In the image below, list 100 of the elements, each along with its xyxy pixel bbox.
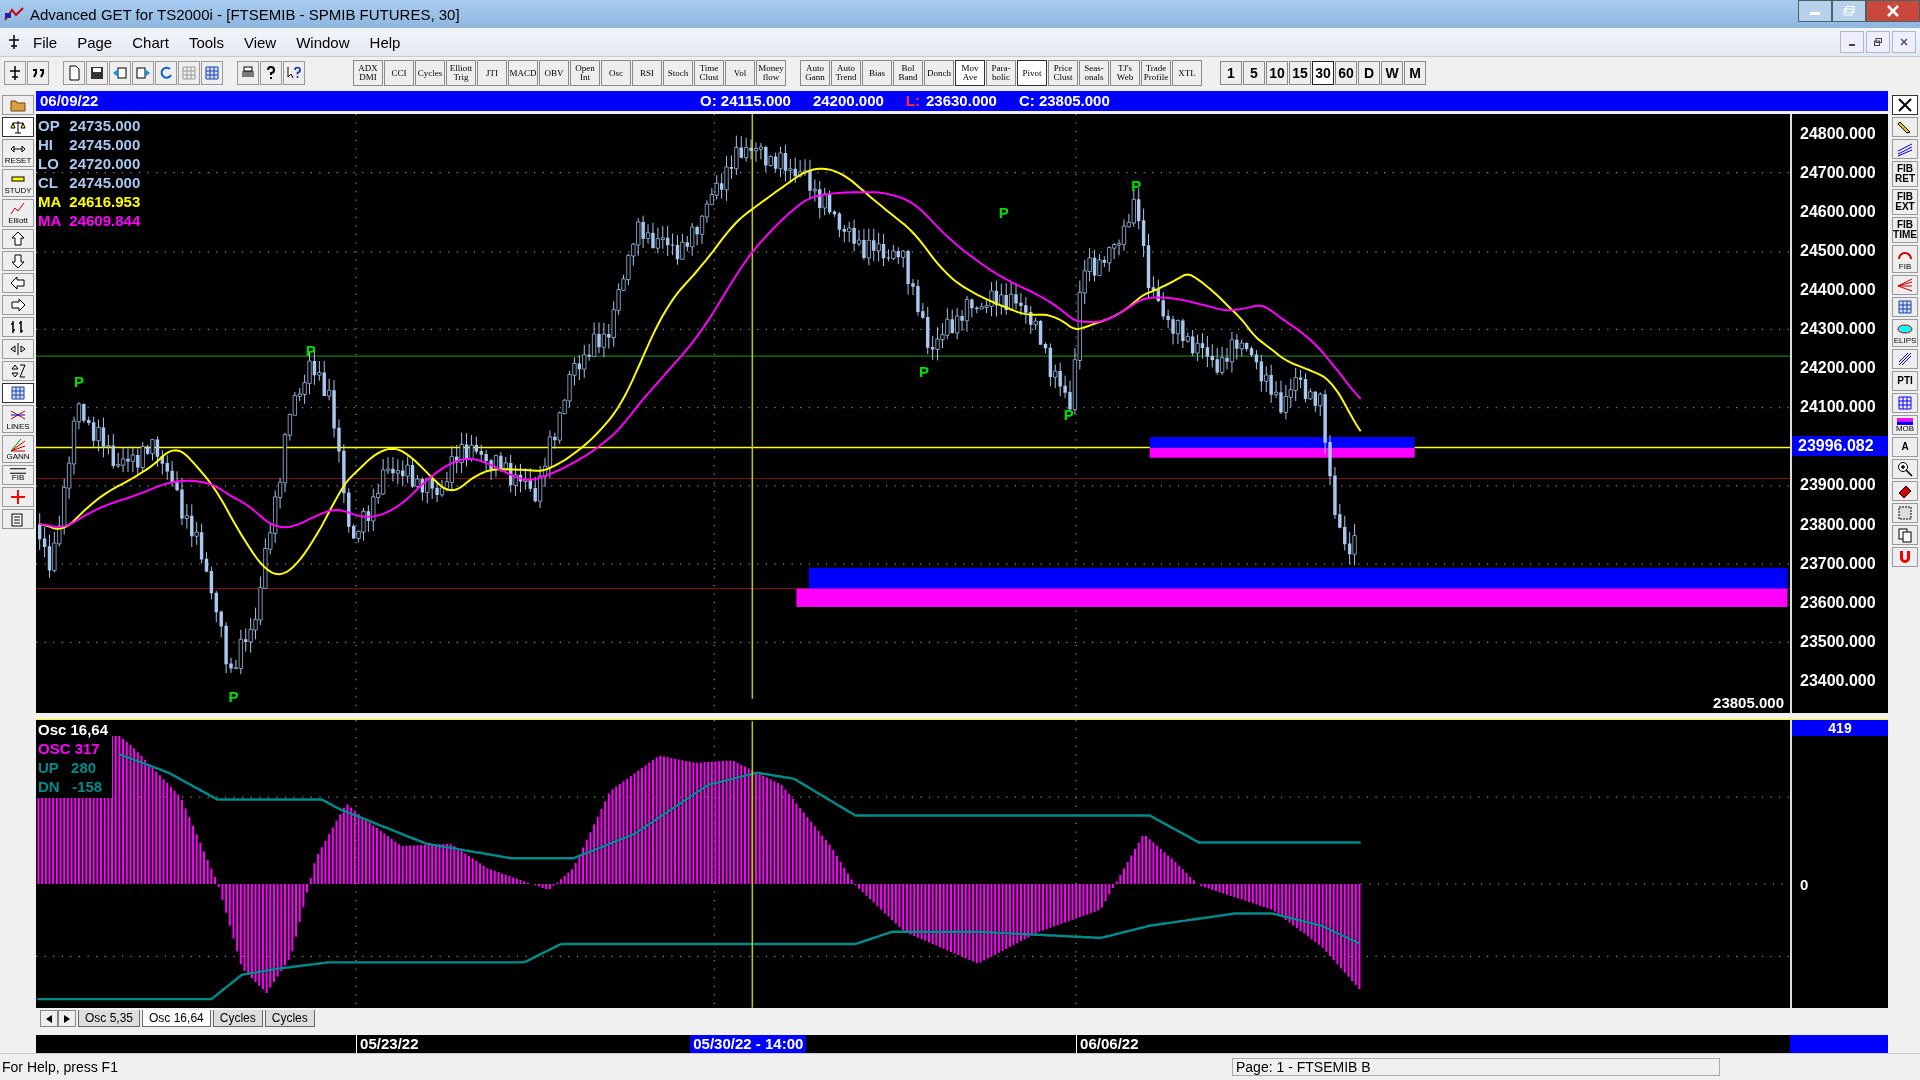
indicator-button[interactable]: Stoch [663,60,693,86]
toolbar-button[interactable] [237,61,259,85]
scroll-right-button[interactable] [58,1010,76,1027]
indicator-button[interactable]: Open Int [570,60,600,86]
toolbar-button[interactable] [86,61,108,85]
tool-button[interactable]: ELIPS [1892,319,1918,347]
menu-item[interactable]: Tools [179,31,233,53]
page-indicator: Page: 1 - FTSEMIB B [1232,1058,1720,1076]
tool-button[interactable]: FIB EXT [1892,189,1918,215]
menu-item[interactable]: Window [287,31,359,53]
indicator-button[interactable]: Cycles [415,60,445,86]
tool-button[interactable] [2,229,34,249]
menu-item[interactable]: File [24,31,67,53]
timeframe-button[interactable]: 15 [1289,61,1311,85]
tool-button[interactable]: FIB [1892,245,1918,273]
tool-button[interactable]: STUDY [2,169,34,197]
indicator-button[interactable]: Auto Gann [800,60,830,86]
tool-button[interactable] [1892,95,1918,115]
timeframe-button[interactable]: 5 [1243,61,1265,85]
indicator-button[interactable]: Money flow [756,60,786,86]
minimize-button[interactable] [1840,31,1864,53]
menu-item[interactable]: Page [68,31,122,53]
grid-icon [181,65,197,81]
indicator-button[interactable]: Osc [601,60,631,86]
close-icon [1897,97,1913,113]
study-tab[interactable]: Cycles [212,1010,263,1027]
indicator-button[interactable]: Para-bolic [986,60,1016,86]
toolbar-button[interactable] [4,61,26,85]
tool-button[interactable] [1892,481,1918,501]
tool-button[interactable] [1892,525,1918,545]
tool-button[interactable]: GANN [2,435,34,463]
toolbar-button[interactable] [260,61,282,85]
indicator-button[interactable]: Bol Band [893,60,923,86]
current-price-label: 23996.082 [1792,436,1888,457]
study-tab[interactable]: Osc 16,64 [142,1010,211,1027]
tool-button[interactable]: FIB RET [1892,161,1918,187]
indicator-button[interactable]: CCI [384,60,414,86]
timeframe-button[interactable]: 1 [1220,61,1242,85]
indicator-button[interactable]: Auto Trend [831,60,861,86]
maximize-button[interactable] [1832,0,1866,22]
tool-button[interactable] [2,317,34,337]
timeframe-button[interactable]: D [1358,61,1380,85]
indicator-button[interactable]: Pivot [1017,60,1047,86]
legend-value: 24720.000 [69,154,141,173]
indicator-button[interactable]: XTL [1172,60,1202,86]
tool-button[interactable] [1892,117,1918,137]
indicator-button[interactable]: Time Clust [694,60,724,86]
menu-item[interactable]: Help [360,31,410,53]
tool-button[interactable] [2,339,34,359]
close-button[interactable] [1892,31,1916,53]
bars-icon [10,319,26,335]
indicator-button[interactable]: Bias [862,60,892,86]
tool-button[interactable]: Elliott [2,199,34,227]
indicator-button[interactable]: MACD [508,60,538,86]
study-tab[interactable]: Cycles [264,1010,315,1027]
tool-button[interactable]: RESET [2,139,34,167]
indicator-button[interactable]: Elliott Trig [446,60,476,86]
indicator-button[interactable]: OBV [539,60,569,86]
minimize-button[interactable] [1798,0,1832,22]
tool-button[interactable] [1892,139,1918,159]
tool-button[interactable] [2,273,34,293]
toolbar-button[interactable] [27,61,49,85]
tool-button[interactable] [2,117,34,137]
timeframe-button[interactable]: M [1404,61,1426,85]
indicator-button[interactable]: Price Clust [1048,60,1078,86]
tool-button[interactable] [2,251,34,271]
indicator-button[interactable]: ADX DMI [353,60,383,86]
toolbar-button[interactable] [283,61,305,85]
indicator-button[interactable]: JTI [477,60,507,86]
triangle-right-icon [64,1014,70,1023]
timeframe-button[interactable]: 60 [1335,61,1357,85]
timeframe-button[interactable]: 30 [1312,61,1334,85]
legend-value: 24616.953 [69,192,141,211]
tool-button[interactable] [1892,349,1918,369]
indicator-button[interactable]: Seas-onals [1079,60,1109,86]
indicator-button[interactable]: Vol [725,60,755,86]
tool-button[interactable]: LINES [2,405,34,433]
tool-button[interactable] [1892,459,1918,479]
timeframe-button[interactable]: 10 [1266,61,1288,85]
tool-button[interactable]: FIB [2,465,34,485]
tool-button[interactable] [2,295,34,315]
indicator-button[interactable]: RSI [632,60,662,86]
tool-button[interactable] [2,383,34,403]
tool-button[interactable]: FIB TIME [1892,217,1918,243]
indicator-button[interactable]: Mov Ave [955,60,985,86]
restore-button[interactable] [1866,31,1890,53]
timeframe-button[interactable]: W [1381,61,1403,85]
menu-item[interactable]: Chart [123,31,178,53]
study-tab[interactable]: Osc 5,35 [78,1010,141,1027]
indicator-button[interactable]: Donch [924,60,954,86]
indicator-button[interactable]: Trade Profile [1141,60,1171,86]
close-button[interactable] [1866,0,1920,22]
indicator-button[interactable]: TJ's Web [1110,60,1140,86]
tool-button[interactable]: A [1892,437,1918,457]
tool-button[interactable] [2,361,34,381]
cursor-icon [7,65,23,81]
tool-button[interactable]: MOB [1892,415,1918,435]
scroll-left-button[interactable] [40,1010,58,1027]
tool-button[interactable]: PTI [1892,371,1918,391]
menu-item[interactable]: View [234,31,286,53]
